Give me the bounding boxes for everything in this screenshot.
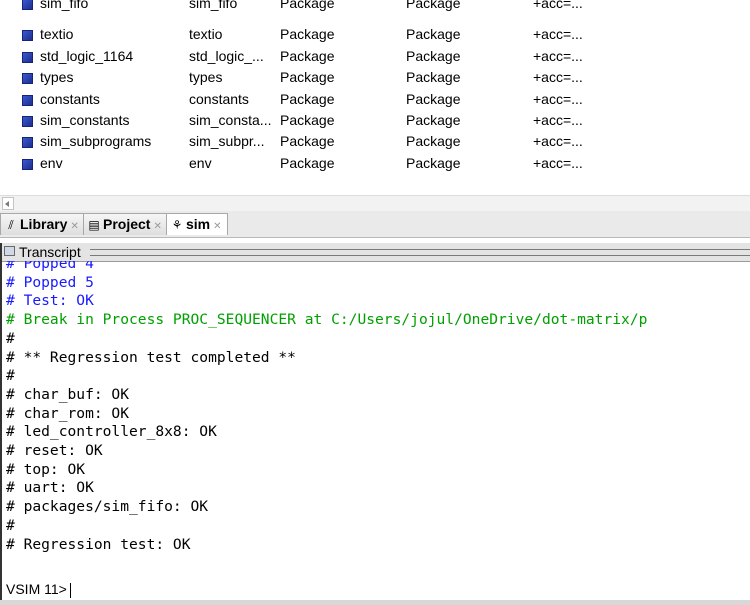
command-input[interactable]: [86, 578, 690, 602]
package-icon: [22, 51, 33, 63]
package-type: Package: [280, 111, 335, 128]
package-library: constants: [189, 90, 249, 107]
package-name: types: [40, 69, 74, 86]
workspace-tab-bar: ⫽ Library ✕ ▤ Project ✕ ⚘ sim ✕: [0, 211, 750, 238]
package-visibility: +acc=...: [533, 47, 583, 64]
list-item[interactable]: std_logic_1164 std_logic_... Package Pac…: [0, 45, 750, 66]
list-item[interactable]: sim_fifo sim_fifo Package Package +acc=.…: [0, 0, 750, 21]
package-kind: Package: [406, 133, 461, 150]
transcript-line: # char_buf: OK: [6, 385, 130, 403]
transcript-line: # Popped 5: [6, 273, 94, 291]
text-cursor: [69, 582, 71, 598]
transcript-header[interactable]: Transcript: [2, 243, 750, 262]
transcript-icon: [4, 246, 15, 256]
package-name: std_logic_1164: [40, 47, 134, 64]
prompt-label: VSIM 11>: [6, 581, 67, 597]
package-kind: Package: [406, 90, 461, 107]
package-kind: Package: [406, 26, 461, 43]
transcript-line: # Break in Process PROC_SEQUENCER at C:/…: [6, 311, 648, 329]
package-type: Package: [280, 154, 335, 171]
transcript-log[interactable]: # Popped 4 # Popped 5 # Test: OK # Break in…: [6, 261, 750, 561]
package-kind: Package: [406, 154, 461, 171]
package-visibility: +acc=...: [533, 26, 583, 43]
package-type: Package: [280, 90, 335, 107]
tab-project[interactable]: ▤ Project ✕: [83, 213, 168, 235]
tab-label: sim: [186, 216, 211, 232]
close-icon[interactable]: ✕: [70, 217, 78, 237]
transcript-line: #: [6, 329, 15, 347]
transcript-title: Transcript: [19, 244, 81, 260]
package-kind: Package: [406, 0, 461, 11]
package-visibility: +acc=...: [533, 0, 583, 11]
list-item[interactable]: textio textio Package Package +acc=...: [0, 23, 750, 44]
package-library: textio: [189, 26, 223, 43]
package-icon: [22, 73, 33, 85]
package-type: Package: [280, 47, 335, 64]
package-kind: Package: [406, 69, 461, 86]
close-icon[interactable]: ✕: [153, 217, 161, 237]
drag-grip-icon[interactable]: [90, 249, 750, 256]
package-visibility: +acc=...: [533, 133, 583, 150]
scroll-left-arrow-icon[interactable]: [2, 197, 14, 210]
transcript-line: #: [6, 516, 15, 534]
package-type: Package: [280, 133, 335, 150]
package-icon: [22, 0, 33, 10]
package-visibility: +acc=...: [533, 154, 583, 171]
library-icon: ⫽: [8, 218, 14, 232]
package-icon: [22, 137, 33, 149]
package-icon: [22, 94, 33, 106]
package-name: sim_constants: [40, 111, 130, 128]
transcript-line: #: [6, 367, 15, 385]
package-name: constants: [40, 90, 100, 107]
package-icon: [22, 30, 33, 42]
library-package-list: sim_fifo sim_fifo Package Package +acc=.…: [0, 0, 750, 196]
list-item[interactable]: env env Package Package +acc=...: [0, 152, 750, 173]
list-item[interactable]: types types Package Package +acc=...: [0, 66, 750, 87]
transcript-line: # uart: OK: [6, 479, 94, 497]
package-library: sim_fifo: [189, 0, 238, 11]
tab-library[interactable]: ⫽ Library ✕: [0, 213, 85, 235]
package-name: textio: [40, 26, 74, 43]
package-visibility: +acc=...: [533, 69, 583, 86]
package-visibility: +acc=...: [533, 90, 583, 107]
list-item[interactable]: constants constants Package Package +acc…: [0, 88, 750, 109]
transcript-line: # char_rom: OK: [6, 404, 130, 422]
command-prompt: VSIM 11>: [6, 580, 71, 598]
tab-label: Library: [20, 216, 68, 232]
package-name: sim_subprograms: [40, 133, 152, 150]
close-icon[interactable]: ✕: [213, 217, 221, 237]
tab-label: Project: [103, 216, 151, 232]
package-kind: Package: [406, 111, 461, 128]
tab-sim[interactable]: ⚘ sim ✕: [166, 213, 228, 235]
package-library: types: [189, 69, 223, 86]
package-name: env: [40, 154, 63, 171]
package-library: env: [189, 154, 212, 171]
package-type: Package: [280, 26, 335, 43]
horizontal-scrollbar[interactable]: [0, 195, 750, 212]
transcript-line: # Regression test: OK: [6, 535, 191, 553]
transcript-line: # led_controller_8x8: OK: [6, 423, 217, 441]
transcript-line: # ** Regression test completed **: [6, 348, 296, 366]
transcript-line: # Popped 4: [6, 261, 94, 272]
package-kind: Package: [406, 47, 461, 64]
package-library: sim_subpr...: [189, 133, 265, 150]
package-library: std_logic_...: [189, 47, 264, 64]
transcript-line: # reset: OK: [6, 442, 103, 460]
package-type: Package: [280, 69, 335, 86]
transcript-line: # packages/sim_fifo: OK: [6, 498, 209, 516]
transcript-panel: Transcript # Popped 4 # Popped 5 # Test: O…: [0, 243, 750, 605]
package-icon: [22, 158, 33, 170]
package-visibility: +acc=...: [533, 111, 583, 128]
list-item[interactable]: sim_subprograms sim_subpr... Package Pac…: [0, 130, 750, 151]
package-library: sim_consta...: [189, 111, 272, 128]
transcript-line: # Test: OK: [6, 292, 94, 310]
project-icon: ▤: [88, 218, 100, 232]
package-icon: [22, 115, 33, 127]
sim-icon: ⚘: [171, 218, 183, 232]
transcript-line: # top: OK: [6, 460, 86, 478]
list-item[interactable]: sim_constants sim_consta... Package Pack…: [0, 109, 750, 130]
package-name: sim_fifo: [40, 0, 89, 11]
status-bar: [0, 600, 750, 605]
package-type: Package: [280, 0, 335, 11]
